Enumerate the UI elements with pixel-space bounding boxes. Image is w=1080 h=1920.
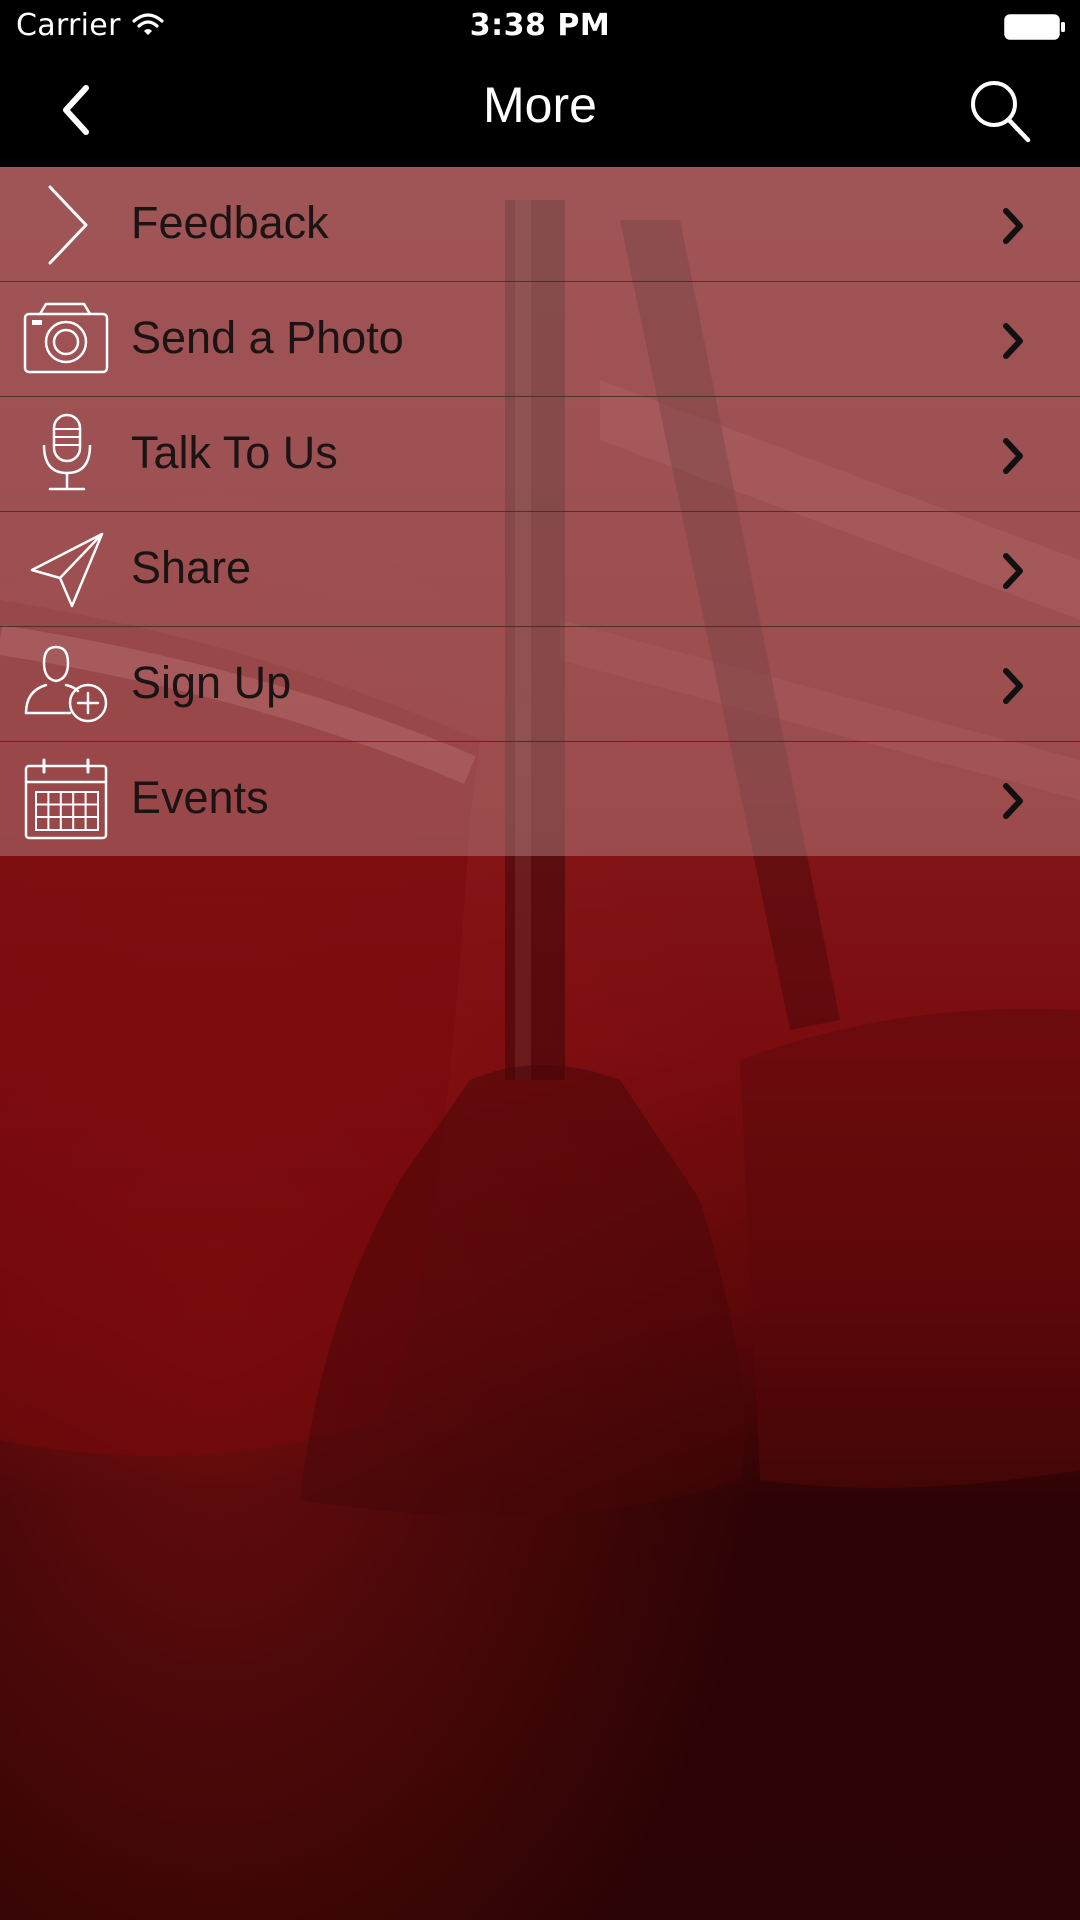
status-time: 3:38 PM	[469, 8, 611, 43]
chevron-right-icon	[1003, 668, 1023, 704]
feedback-chevron-icon	[48, 185, 88, 265]
menu-item-label: Share	[131, 542, 252, 593]
battery-icon	[1004, 14, 1065, 40]
page-title: More	[483, 77, 597, 133]
camera-icon	[23, 302, 109, 374]
menu-item-label: Feedback	[131, 197, 329, 248]
chevron-right-icon	[1003, 553, 1023, 589]
more-menu-list: Feedback Send a Photo Talk To Us Share S…	[0, 167, 1080, 856]
menu-item-share[interactable]: Share	[0, 512, 1080, 627]
chevron-right-icon	[1003, 208, 1023, 244]
chevron-right-icon	[1003, 323, 1023, 359]
menu-item-sign-up[interactable]: Sign Up	[0, 627, 1080, 742]
paper-plane-icon	[30, 532, 104, 608]
menu-item-talk-to-us[interactable]: Talk To Us	[0, 397, 1080, 512]
nav-bar: More	[0, 52, 1080, 167]
search-button[interactable]	[966, 76, 1036, 146]
chevron-right-icon	[1003, 783, 1023, 819]
menu-item-label: Events	[131, 772, 269, 823]
menu-item-send-a-photo[interactable]: Send a Photo	[0, 282, 1080, 397]
chevron-right-icon	[1003, 438, 1023, 474]
status-bar: Carrier 3:38 PM	[0, 0, 1080, 52]
calendar-icon	[24, 758, 108, 840]
add-user-icon	[24, 645, 108, 723]
menu-item-label: Talk To Us	[131, 427, 338, 478]
menu-item-label: Send a Photo	[131, 312, 404, 363]
microphone-icon	[42, 413, 92, 491]
search-icon	[971, 81, 1031, 143]
menu-item-label: Sign Up	[131, 657, 292, 708]
menu-item-events[interactable]: Events	[0, 742, 1080, 856]
menu-item-feedback[interactable]: Feedback	[0, 167, 1080, 282]
